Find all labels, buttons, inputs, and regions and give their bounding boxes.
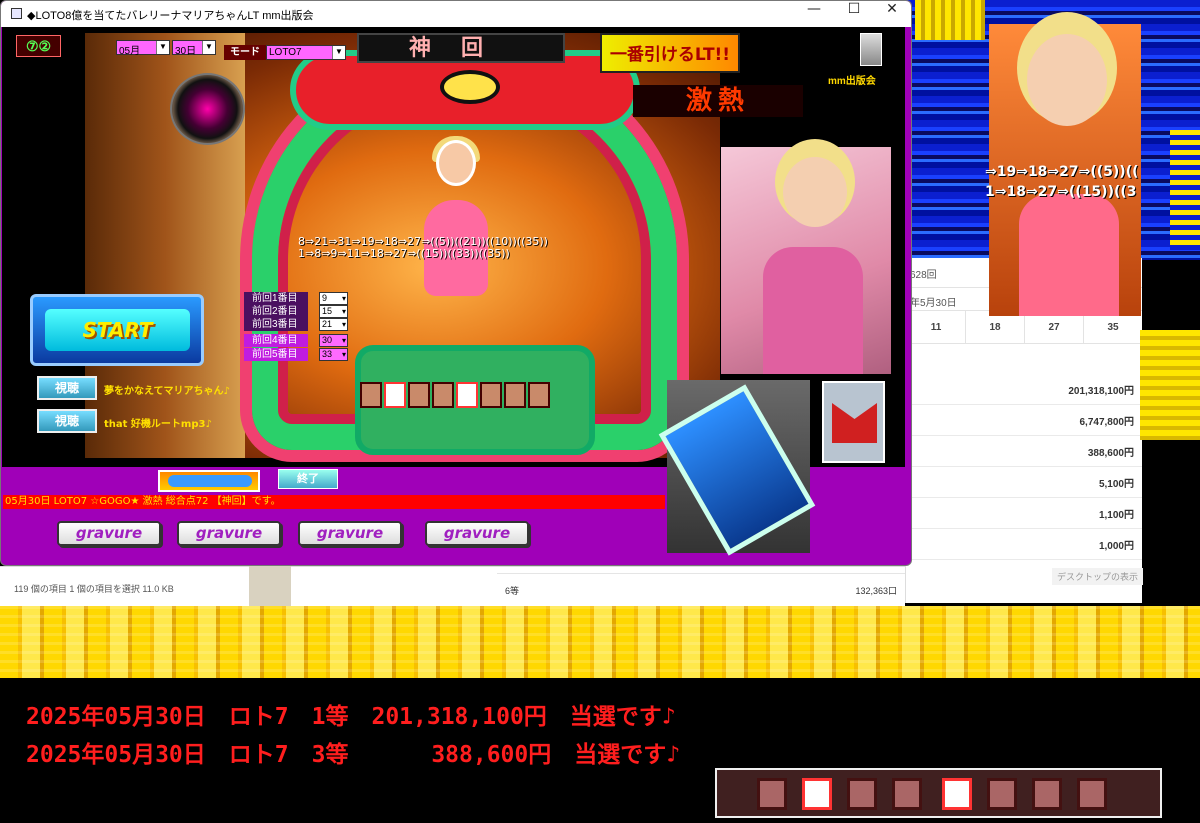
lamp	[360, 382, 382, 408]
previous-select[interactable]: 33	[319, 348, 348, 361]
app-icon	[11, 8, 22, 19]
sequence-line-2: 1⇒8⇒9⇒11⇒18⇒27⇒((15))((33))((35))	[298, 247, 510, 260]
ballerina-figure	[418, 136, 493, 320]
previous-label: 前回4番目	[244, 334, 308, 347]
song-title-1: 夢をかなえてマリアちゃん♪	[104, 386, 230, 397]
chevron-down-icon: ▼	[156, 41, 169, 54]
previous-2: 前回2番目 15	[244, 305, 350, 318]
day-select[interactable]: 30日 ▼	[172, 40, 216, 57]
previous-select[interactable]: 9	[319, 292, 348, 305]
lamp	[757, 778, 787, 810]
start-label: START	[45, 309, 190, 351]
m-logo-icon	[822, 381, 885, 463]
previous-label: 前回5番目	[244, 348, 308, 361]
status-message: 05月30日 LOTO7 ☆GOGO★ 激熱 総合点72 【神回】です。	[3, 495, 665, 509]
mode-value: LOTO7	[269, 47, 302, 58]
number-sequence: 8⇒21⇒31⇒19⇒18⇒27⇒((5))((21))((10))((35))…	[298, 236, 548, 260]
row6-count: 132,363口	[855, 585, 897, 596]
minimize-button[interactable]: —	[794, 1, 834, 27]
gravure-button-1[interactable]: gravure	[57, 521, 161, 546]
previous-label: 前回3番目	[244, 318, 308, 331]
desktop-glitch-side	[1140, 330, 1200, 440]
ball-number: 11	[906, 311, 965, 343]
lamp	[432, 382, 454, 408]
previous-select[interactable]: 30	[319, 334, 348, 347]
lamp	[408, 382, 430, 408]
eye-ornament-icon	[440, 70, 500, 104]
lamp	[456, 382, 478, 408]
publisher-name: mm出版会	[828, 76, 876, 87]
chance-button[interactable]	[158, 470, 260, 492]
lamp	[892, 778, 922, 810]
listen-button-2[interactable]: 視聴	[37, 409, 97, 433]
lamp	[802, 778, 832, 810]
screen: { "window": { "title": "◆LOTO8億を当てたバレリーナ…	[0, 0, 1200, 823]
lt-banner: 一番引けるLT!!	[600, 33, 740, 73]
gravure-button-3[interactable]: gravure	[298, 521, 402, 546]
gravure-button-4[interactable]: gravure	[425, 521, 529, 546]
song-title-2: that 好機ルートmp3♪	[104, 419, 212, 430]
prize-row: 201,318,100円	[906, 374, 1142, 405]
lamp	[847, 778, 877, 810]
lamp	[504, 382, 526, 408]
reel-lamps	[360, 382, 550, 408]
result-line-1: 2025年05月30日 ロト7 1等 201,318,100円 当選です♪	[26, 704, 676, 730]
prize-row: 5,100円	[906, 467, 1142, 498]
gravure-button-2[interactable]: gravure	[177, 521, 281, 546]
desktop-glitch-bottom	[0, 606, 1200, 678]
lamp	[1032, 778, 1062, 810]
prize-row-6: 6等 132,363口	[497, 573, 905, 606]
overlay-seq1: ⇒19⇒18⇒27⇒((5))((	[985, 164, 1139, 180]
previous-1: 前回1番目 9	[244, 292, 350, 305]
mode-label: モード	[224, 45, 266, 60]
prize-row: 1,100円	[906, 498, 1142, 529]
result-line-2: 2025年05月30日 ロト7 3等 388,600円 当選です♪	[26, 742, 681, 768]
overlay-seq2: 1⇒18⇒27⇒((15))((3	[985, 184, 1137, 200]
reel-circle-icon[interactable]	[170, 73, 245, 145]
gravure-photo	[721, 147, 891, 374]
card-game-image	[658, 380, 816, 556]
previous-5: 前回5番目 33	[244, 348, 350, 361]
reel-strip	[715, 768, 1162, 818]
window-title: ◆LOTO8億を当てたバレリーナマリアちゃんLT mm出版会	[27, 10, 314, 22]
item-count-status: 119 個の項目 1 個の項目を選択 11.0 KB	[14, 584, 174, 594]
prize-row: 6,747,800円	[906, 405, 1142, 436]
maximize-button[interactable]: ☐	[834, 1, 874, 27]
month-value: 05月	[119, 46, 141, 57]
previous-3: 前回3番目 21	[244, 318, 350, 331]
prize-row: 1,000円	[906, 529, 1142, 560]
chevron-down-icon: ▼	[332, 46, 345, 59]
gekinetsu-banner: 激熱	[633, 85, 803, 117]
lamp	[1077, 778, 1107, 810]
listen-button-1[interactable]: 視聴	[37, 376, 97, 400]
previous-select[interactable]: 21	[319, 318, 348, 331]
lamp	[942, 778, 972, 810]
day-value: 30日	[175, 46, 197, 57]
prize-row: 388,600円	[906, 436, 1142, 467]
end-button[interactable]: 終了	[278, 469, 338, 489]
statue-icon	[860, 33, 882, 66]
mode-select[interactable]: LOTO7 ▼	[266, 45, 346, 60]
previous-label: 前回2番目	[244, 305, 308, 318]
previous-select[interactable]: 15	[319, 305, 348, 318]
show-desktop-tooltip: デスクトップの表示	[1052, 568, 1144, 585]
lamp	[987, 778, 1017, 810]
lamp	[384, 382, 406, 408]
lamp	[480, 382, 502, 408]
close-button[interactable]: ✕	[872, 1, 911, 27]
chevron-down-icon: ▼	[202, 41, 215, 54]
loto-logo: ⑦②	[16, 35, 61, 57]
previous-4: 前回4番目 30	[244, 334, 350, 347]
kami-banner: 神回	[357, 33, 565, 63]
month-select[interactable]: 05月 ▼	[116, 40, 170, 57]
row6-label: 6等	[505, 585, 520, 596]
title-bar: ◆LOTO8億を当てたバレリーナマリアちゃんLT mm出版会 — ☐ ✕	[1, 1, 911, 27]
lamp	[528, 382, 550, 408]
explorer-preview	[249, 566, 291, 606]
gravure-photo-right: ⇒19⇒18⇒27⇒((5))(( 1⇒18⇒27⇒((15))((3	[985, 24, 1141, 316]
start-button[interactable]: START	[30, 294, 204, 366]
previous-label: 前回1番目	[244, 292, 308, 305]
